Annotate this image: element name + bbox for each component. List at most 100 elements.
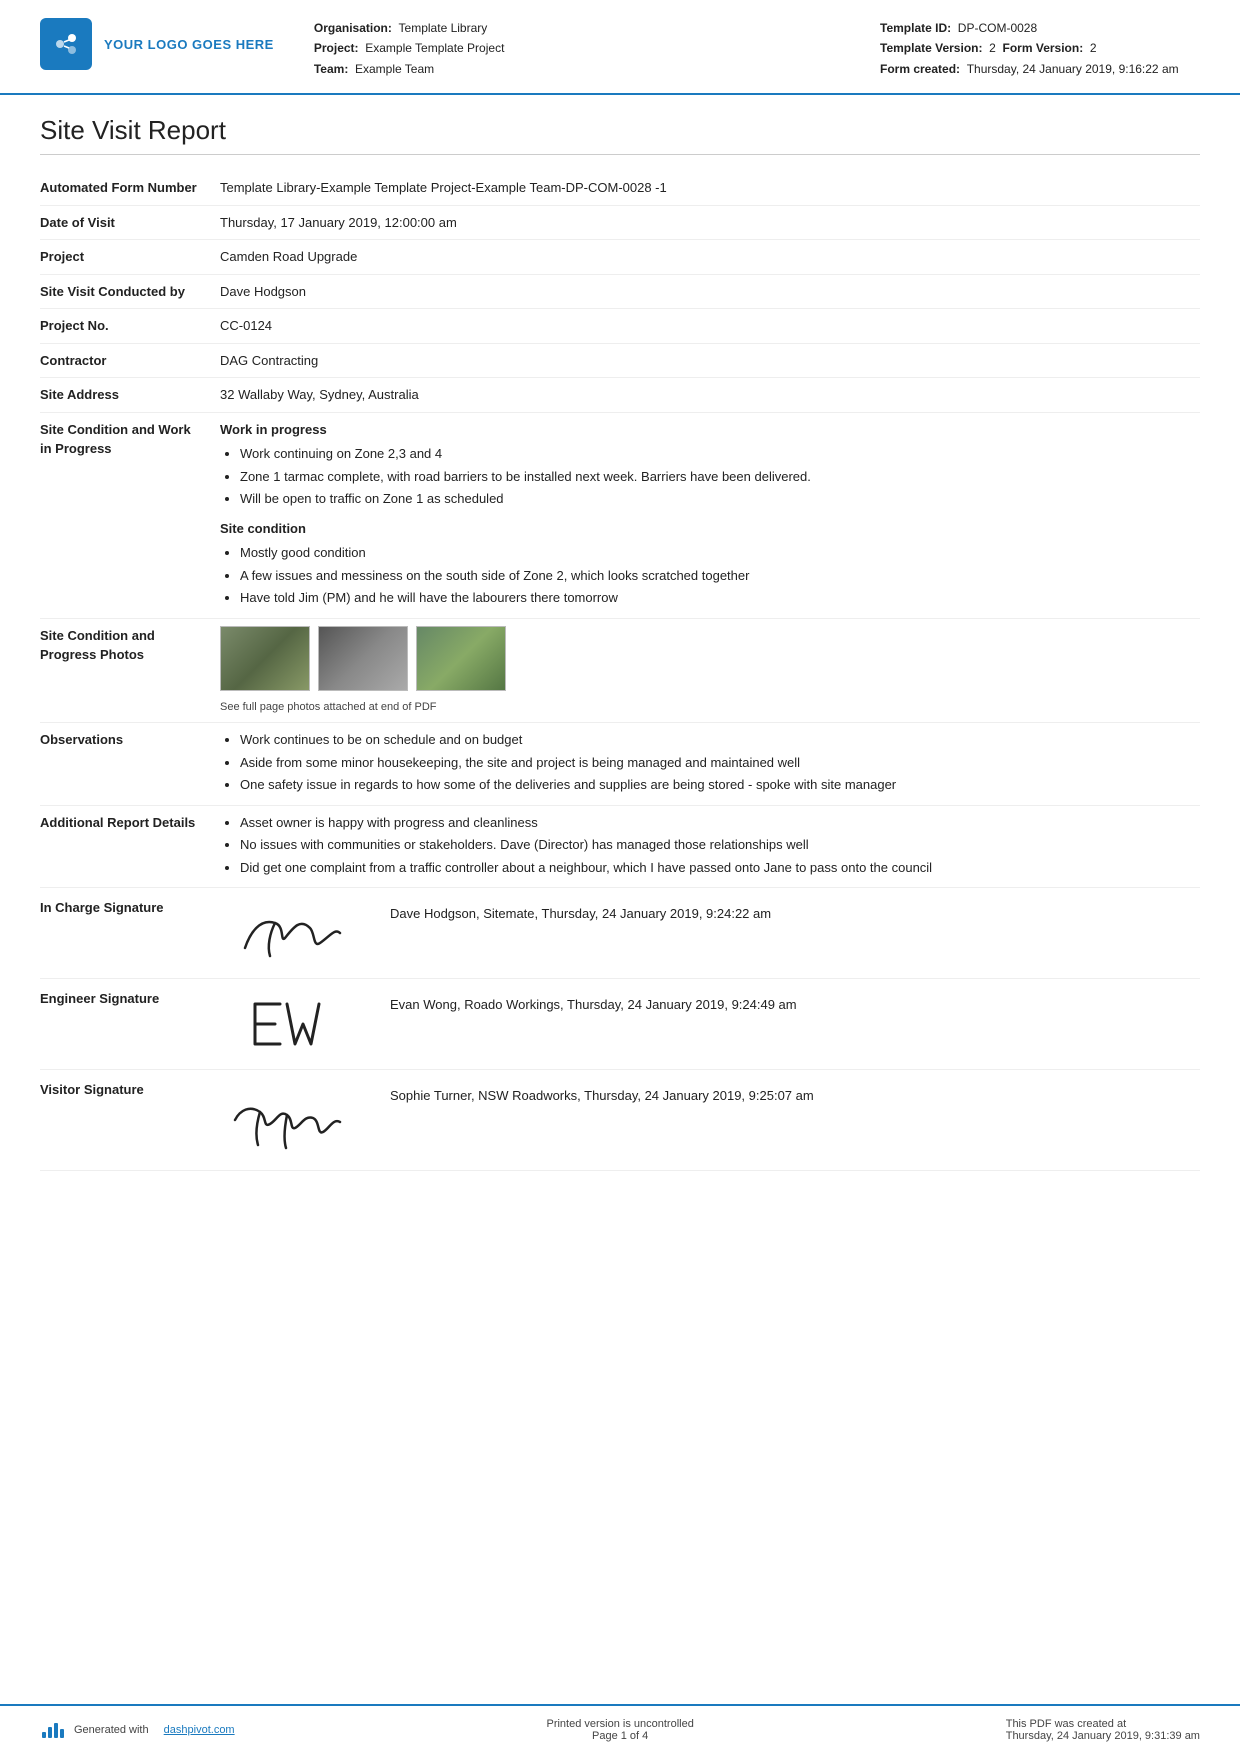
site-condition-row: Site Condition and Work in Progress Work… — [40, 413, 1200, 619]
form-number-value: Template Library-Example Template Projec… — [220, 178, 1200, 198]
footer-right: This PDF was created at Thursday, 24 Jan… — [1006, 1718, 1200, 1742]
form-number-row: Automated Form Number Template Library-E… — [40, 171, 1200, 206]
main-content: Site Visit Report Automated Form Number … — [0, 95, 1240, 1271]
logo-box — [40, 18, 92, 70]
template-id-label: Template ID: — [880, 21, 951, 35]
additional-list: Asset owner is happy with progress and c… — [240, 813, 1200, 878]
list-item: Have told Jim (PM) and he will have the … — [240, 588, 1200, 608]
photos-thumbnails — [220, 626, 1200, 691]
header-org: Organisation: Template Library Project: … — [314, 18, 880, 79]
list-item: No issues with communities or stakeholde… — [240, 835, 1200, 855]
observations-value: Work continues to be on schedule and on … — [220, 730, 1200, 798]
form-number-label: Automated Form Number — [40, 178, 220, 198]
project-no-label: Project No. — [40, 316, 220, 336]
org-value: Template Library — [399, 21, 488, 35]
site-condition-sub: Site condition — [220, 519, 1200, 539]
footer-pdf-created-text: This PDF was created at — [1006, 1718, 1200, 1730]
observations-list: Work continues to be on schedule and on … — [240, 730, 1200, 795]
project-field-label: Project — [40, 247, 220, 267]
signature-ew-svg — [245, 989, 335, 1059]
team-label: Team: — [314, 62, 348, 76]
form-created-value: Thursday, 24 January 2019, 9:16:22 am — [967, 62, 1179, 76]
photo-thumb-2 — [318, 626, 408, 691]
list-item: Aside from some minor housekeeping, the … — [240, 753, 1200, 773]
footer-brand-icon — [40, 1720, 68, 1740]
signature-cam-svg — [225, 898, 355, 968]
list-item: One safety issue in regards to how some … — [240, 775, 1200, 795]
footer-generated-link[interactable]: dashpivot.com — [164, 1724, 235, 1736]
in-charge-signature-row: In Charge Signature Dave Hodgson, Sitema… — [40, 888, 1200, 979]
footer: Generated with dashpivot.com Printed ver… — [0, 1704, 1240, 1754]
team-value: Example Team — [355, 62, 434, 76]
photos-label: Site Condition and Progress Photos — [40, 626, 220, 665]
visitor-signature-row: Visitor Signature Sophie Turner, NSW Roa… — [40, 1070, 1200, 1171]
form-created-line: Form created: Thursday, 24 January 2019,… — [880, 59, 1200, 79]
engineer-signature-row: Engineer Signature Evan Wong, Roado Work… — [40, 979, 1200, 1070]
project-no-row: Project No. CC-0124 — [40, 309, 1200, 344]
observations-label: Observations — [40, 730, 220, 750]
proj-value: Example Template Project — [365, 41, 504, 55]
photos-caption: See full page photos attached at end of … — [220, 699, 1200, 716]
site-address-label: Site Address — [40, 385, 220, 405]
footer-center: Printed version is uncontrolled Page 1 o… — [546, 1718, 693, 1742]
template-version-label: Template Version: — [880, 41, 982, 55]
proj-label: Project: — [314, 41, 359, 55]
org-label: Organisation: — [314, 21, 392, 35]
visitor-sig-content: Sophie Turner, NSW Roadworks, Thursday, … — [220, 1080, 1200, 1160]
header-team-line: Team: Example Team — [314, 59, 880, 79]
observations-row: Observations Work continues to be on sch… — [40, 723, 1200, 806]
engineer-sig-content: Evan Wong, Roado Workings, Thursday, 24 … — [220, 989, 1200, 1059]
date-of-visit-row: Date of Visit Thursday, 17 January 2019,… — [40, 206, 1200, 241]
form-created-label: Form created: — [880, 62, 960, 76]
form-version-value: 2 — [1090, 41, 1097, 55]
list-item: Zone 1 tarmac complete, with road barrie… — [240, 467, 1200, 487]
list-item: Work continues to be on schedule and on … — [240, 730, 1200, 750]
list-item: Will be open to traffic on Zone 1 as sch… — [240, 489, 1200, 509]
logo-text: YOUR LOGO GOES HERE — [104, 37, 274, 52]
form-version-label: Form Version: — [1003, 41, 1084, 55]
contractor-value: DAG Contracting — [220, 351, 1200, 371]
photos-value: See full page photos attached at end of … — [220, 626, 1200, 716]
logo-icon — [50, 28, 82, 60]
site-visit-value: Dave Hodgson — [220, 282, 1200, 302]
additional-row: Additional Report Details Asset owner is… — [40, 806, 1200, 889]
template-id-value: DP-COM-0028 — [958, 21, 1037, 35]
header-right: Template ID: DP-COM-0028 Template Versio… — [880, 18, 1200, 79]
footer-page: Page 1 of 4 — [546, 1730, 693, 1742]
header: YOUR LOGO GOES HERE Organisation: Templa… — [0, 0, 1240, 95]
contractor-label: Contractor — [40, 351, 220, 371]
footer-logo-area: Generated with dashpivot.com — [40, 1720, 235, 1740]
page: YOUR LOGO GOES HERE Organisation: Templa… — [0, 0, 1240, 1754]
list-item: Mostly good condition — [240, 543, 1200, 563]
photo-thumb-3 — [416, 626, 506, 691]
project-no-value: CC-0124 — [220, 316, 1200, 336]
template-id-line: Template ID: DP-COM-0028 — [880, 18, 1200, 38]
site-condition-sub-list: Mostly good condition A few issues and m… — [240, 543, 1200, 608]
footer-pdf-created-date: Thursday, 24 January 2019, 9:31:39 am — [1006, 1730, 1200, 1742]
engineer-sig-info: Evan Wong, Roado Workings, Thursday, 24 … — [390, 989, 797, 1012]
signature-sophie-svg — [225, 1080, 355, 1160]
list-item: Work continuing on Zone 2,3 and 4 — [240, 444, 1200, 464]
site-address-value: 32 Wallaby Way, Sydney, Australia — [220, 385, 1200, 405]
footer-generated-text: Generated with — [74, 1724, 149, 1736]
date-of-visit-label: Date of Visit — [40, 213, 220, 233]
template-version-line: Template Version: 2 Form Version: 2 — [880, 38, 1200, 58]
template-version-value: 2 — [989, 41, 996, 55]
site-condition-value: Work in progress Work continuing on Zone… — [220, 420, 1200, 611]
in-charge-sig-info: Dave Hodgson, Sitemate, Thursday, 24 Jan… — [390, 898, 771, 921]
header-org-line: Organisation: Template Library — [314, 18, 880, 38]
project-row: Project Camden Road Upgrade — [40, 240, 1200, 275]
date-of-visit-value: Thursday, 17 January 2019, 12:00:00 am — [220, 213, 1200, 233]
additional-label: Additional Report Details — [40, 813, 220, 833]
logo-area: YOUR LOGO GOES HERE — [40, 18, 274, 70]
list-item: Asset owner is happy with progress and c… — [240, 813, 1200, 833]
engineer-sig-image — [220, 989, 360, 1059]
project-field-value: Camden Road Upgrade — [220, 247, 1200, 267]
contractor-row: Contractor DAG Contracting — [40, 344, 1200, 379]
site-visit-row: Site Visit Conducted by Dave Hodgson — [40, 275, 1200, 310]
site-condition-list: Work continuing on Zone 2,3 and 4 Zone 1… — [240, 444, 1200, 509]
in-charge-signature-label: In Charge Signature — [40, 898, 220, 918]
visitor-sig-image — [220, 1080, 360, 1160]
list-item: Did get one complaint from a traffic con… — [240, 858, 1200, 878]
site-condition-label: Site Condition and Work in Progress — [40, 420, 220, 459]
